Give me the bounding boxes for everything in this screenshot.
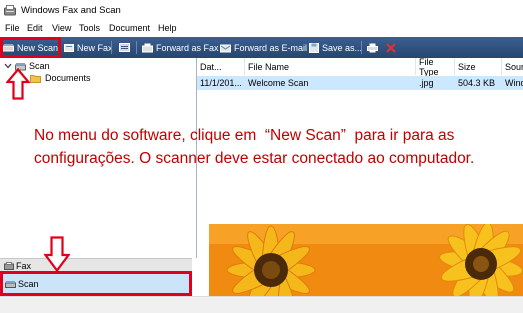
print-button[interactable]: [367, 37, 381, 58]
folder-icon: [30, 74, 41, 83]
column-header-size[interactable]: Size: [455, 58, 502, 75]
forward-fax-icon: [142, 43, 153, 52]
column-header-file-name[interactable]: File Name: [245, 58, 416, 75]
delete-icon: [386, 42, 396, 53]
cell-source: Windo: [505, 78, 523, 88]
cell-date: 11/1/201...: [200, 78, 242, 88]
forward-as-email-button[interactable]: Forward as E-mail: [220, 37, 307, 58]
column-header-source[interactable]: Sour: [502, 58, 523, 75]
nav-fax-label: Fax: [16, 261, 32, 271]
arrow-up-icon: [6, 68, 30, 100]
printer-icon: [367, 43, 378, 52]
scan-preview-image: [209, 224, 523, 296]
column-header-file-type[interactable]: File Type: [416, 57, 455, 77]
save-as-button[interactable]: Save as...: [309, 37, 362, 58]
new-scan-highlight-box: [0, 37, 61, 58]
new-fax-label: New Fax: [77, 42, 113, 53]
menu-tools[interactable]: Tools: [79, 23, 100, 33]
forward-email-icon: [220, 44, 231, 52]
scan-nav-highlight-box: [0, 271, 192, 296]
save-as-label: Save as...: [322, 42, 363, 53]
table-row[interactable]: 11/1/201... Welcome Scan .jpg 504.3 KB W…: [197, 76, 523, 90]
toolbar-separator: [361, 41, 362, 54]
new-fax-icon: [64, 43, 74, 52]
window-title: Windows Fax and Scan: [21, 5, 121, 16]
cell-file-name: Welcome Scan: [248, 78, 309, 88]
save-icon: [309, 42, 319, 53]
instruction-text: No menu do software, clique em “New Scan…: [34, 127, 475, 167]
menu-view[interactable]: View: [52, 23, 71, 33]
forward-fax-label: Forward as Fax: [156, 42, 219, 53]
arrow-down-icon: [44, 236, 70, 272]
menu-edit[interactable]: Edit: [27, 23, 43, 33]
forward-as-fax-button[interactable]: Forward as Fax: [142, 37, 219, 58]
toolbar-separator: [111, 41, 112, 54]
menu-bar: File Edit View Tools Document Help: [0, 22, 523, 36]
cell-size: 504.3 KB: [458, 78, 496, 88]
tree-item-documents[interactable]: Documents: [30, 73, 91, 83]
menu-document[interactable]: Document: [109, 23, 150, 33]
view-icon: [119, 43, 130, 52]
tree-label-documents: Documents: [45, 73, 91, 83]
fax-icon: [4, 262, 14, 270]
tree-label-scan: Scan: [29, 61, 50, 71]
status-bar: [0, 296, 523, 313]
delete-button[interactable]: [386, 37, 399, 58]
toolbar: New Scan New Fax Forward as Fax Forward …: [0, 37, 523, 58]
menu-help[interactable]: Help: [158, 23, 177, 33]
view-toggle-button[interactable]: [119, 37, 133, 58]
fax-scan-app-icon: [4, 5, 16, 16]
forward-email-label: Forward as E-mail: [234, 42, 308, 53]
cell-file-type: .jpg: [419, 78, 434, 88]
column-header-date[interactable]: Dat...: [197, 58, 245, 75]
new-fax-button[interactable]: New Fax: [64, 37, 113, 58]
title-bar: Windows Fax and Scan: [0, 0, 523, 22]
toolbar-separator: [136, 41, 137, 54]
menu-file[interactable]: File: [5, 23, 20, 33]
